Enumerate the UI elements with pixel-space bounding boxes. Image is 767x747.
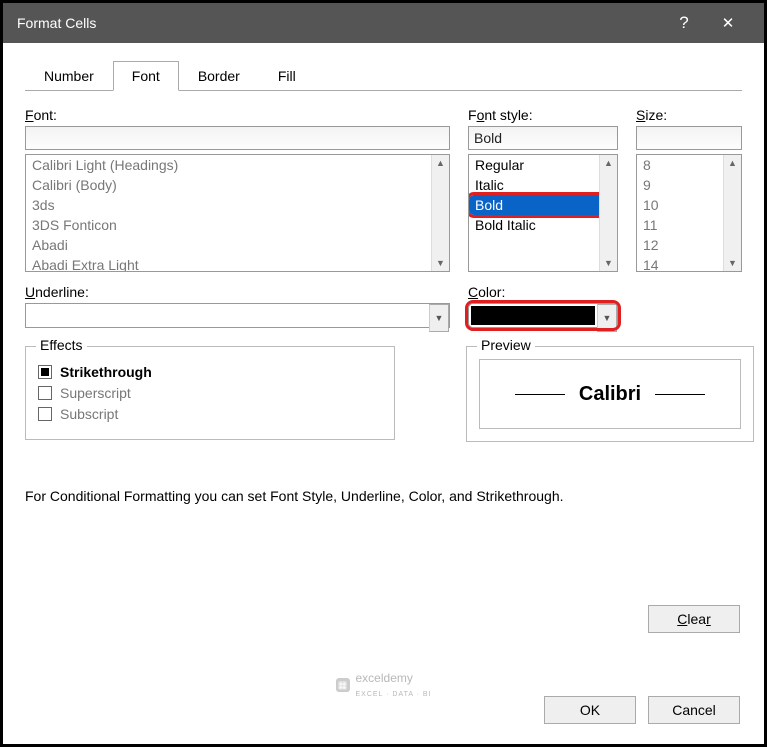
help-icon[interactable]: ?: [662, 13, 706, 33]
clear-button[interactable]: Clear: [648, 605, 740, 633]
preview-box: Calibri: [479, 359, 741, 429]
chevron-down-icon[interactable]: ▼: [728, 255, 737, 271]
close-icon[interactable]: ✕: [706, 14, 750, 32]
list-item[interactable]: Regular: [469, 155, 617, 175]
effects-fieldset: Effects Strikethrough Superscript Subscr…: [25, 346, 395, 440]
underline-value: [26, 304, 429, 327]
list-item[interactable]: Abadi Extra Light: [26, 255, 449, 272]
strikethrough-checkbox[interactable]: Strikethrough: [38, 364, 382, 380]
fontstyle-listbox[interactable]: Regular Italic Bold Bold Italic ▲ ▼: [468, 154, 618, 272]
scrollbar[interactable]: ▲ ▼: [431, 155, 449, 271]
preview-line: [655, 394, 705, 395]
fontstyle-label: Font style:: [468, 107, 618, 123]
chevron-down-icon[interactable]: ▼: [604, 255, 613, 271]
superscript-label: Superscript: [60, 385, 131, 401]
checkbox-icon[interactable]: [38, 365, 52, 379]
font-listbox[interactable]: Calibri Light (Headings) Calibri (Body) …: [25, 154, 450, 272]
chevron-down-icon[interactable]: ▼: [436, 255, 445, 271]
chevron-up-icon[interactable]: ▲: [604, 155, 613, 171]
tab-number[interactable]: Number: [25, 61, 113, 91]
chevron-down-icon[interactable]: ▼: [429, 304, 449, 332]
underline-label: Underline:: [25, 284, 450, 300]
size-listbox[interactable]: 8 9 10 11 12 14 ▲ ▼: [636, 154, 742, 272]
watermark-text: exceldemy: [356, 671, 413, 685]
font-label: Font:: [25, 107, 450, 123]
list-item[interactable]: Abadi: [26, 235, 449, 255]
scrollbar[interactable]: ▲ ▼: [723, 155, 741, 271]
chevron-up-icon[interactable]: ▲: [728, 155, 737, 171]
font-input[interactable]: [25, 126, 450, 150]
chevron-up-icon[interactable]: ▲: [436, 155, 445, 171]
list-item[interactable]: Calibri Light (Headings): [26, 155, 449, 175]
superscript-checkbox[interactable]: Superscript: [38, 385, 382, 401]
color-combo[interactable]: ▼: [468, 303, 618, 328]
ok-button[interactable]: OK: [544, 696, 636, 724]
preview-legend: Preview: [477, 337, 535, 353]
size-input[interactable]: [636, 126, 742, 150]
note-text: For Conditional Formatting you can set F…: [25, 488, 742, 504]
list-item-selected[interactable]: Bold: [469, 195, 617, 215]
tab-fill[interactable]: Fill: [259, 61, 315, 91]
watermark: ▦ exceldemy EXCEL · DATA · BI: [336, 671, 432, 699]
preview-line: [515, 394, 565, 395]
window-title: Format Cells: [17, 15, 662, 31]
list-item[interactable]: 3ds: [26, 195, 449, 215]
checkbox-icon[interactable]: [38, 386, 52, 400]
subscript-label: Subscript: [60, 406, 118, 422]
checkbox-icon[interactable]: [38, 407, 52, 421]
tab-strip: Number Font Border Fill: [25, 61, 742, 91]
preview-text: Calibri: [579, 383, 641, 406]
list-item[interactable]: 3DS Fonticon: [26, 215, 449, 235]
tab-border[interactable]: Border: [179, 61, 259, 91]
underline-combo[interactable]: ▼: [25, 303, 450, 328]
logo-icon: ▦: [336, 678, 350, 692]
color-swatch: [471, 306, 595, 325]
list-item[interactable]: Bold Italic: [469, 215, 617, 235]
chevron-down-icon[interactable]: ▼: [597, 304, 617, 332]
fontstyle-input[interactable]: [468, 126, 618, 150]
effects-legend: Effects: [36, 337, 87, 353]
color-label: Color:: [468, 284, 618, 300]
cancel-button[interactable]: Cancel: [648, 696, 740, 724]
watermark-tagline: EXCEL · DATA · BI: [356, 691, 432, 698]
strikethrough-label: Strikethrough: [60, 364, 152, 380]
subscript-checkbox[interactable]: Subscript: [38, 406, 382, 422]
scrollbar[interactable]: ▲ ▼: [599, 155, 617, 271]
title-bar: Format Cells ? ✕: [3, 3, 764, 43]
tab-font[interactable]: Font: [113, 61, 179, 91]
list-item[interactable]: Italic: [469, 175, 617, 195]
preview-fieldset: Preview Calibri: [466, 346, 754, 442]
list-item[interactable]: Calibri (Body): [26, 175, 449, 195]
size-label: Size:: [636, 107, 742, 123]
